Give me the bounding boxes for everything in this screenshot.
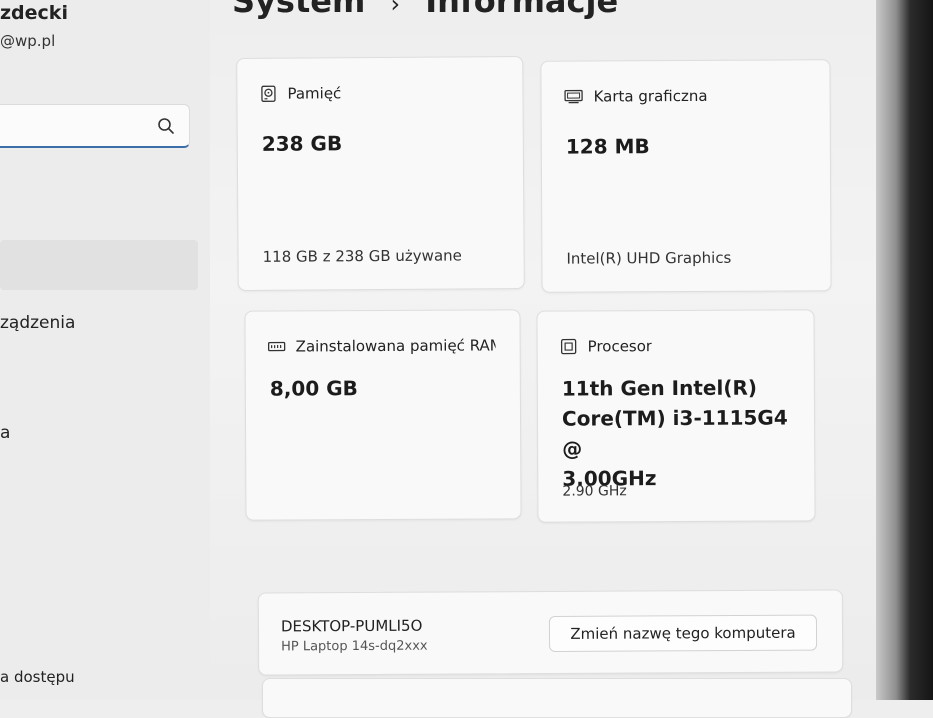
cpu-speed: 2.90 GHz xyxy=(562,483,626,499)
sidebar-item-devices[interactable]: ządzenia xyxy=(0,313,75,333)
graphics-card-icon xyxy=(564,88,584,106)
gpu-memory-value: 128 MB xyxy=(566,131,650,161)
gpu-label: Karta graficzna xyxy=(594,87,708,106)
search-input[interactable] xyxy=(5,115,149,137)
storage-label: Pamięć xyxy=(287,84,341,102)
ram-card-header: Zainstalowana pamięć RAM xyxy=(268,336,496,355)
processor-icon xyxy=(560,338,578,356)
device-name: DESKTOP-PUMLI5O xyxy=(281,617,423,636)
hard-drive-icon xyxy=(259,85,277,103)
breadcrumb-system[interactable]: System xyxy=(232,0,365,20)
account-name: zdecki xyxy=(0,2,68,24)
monitor-bezel xyxy=(876,0,933,700)
cpu-model-line-2: Core(TM) i3-1115G4 @ xyxy=(562,402,814,463)
device-model: HP Laptop 14s-dq2xxx xyxy=(281,639,428,655)
breadcrumb-current: Informacje xyxy=(425,0,618,20)
cpu-model-line-1: 11th Gen Intel(R) xyxy=(562,372,814,403)
storage-usage: 118 GB z 238 GB używane xyxy=(263,246,462,265)
ram-value: 8,00 GB xyxy=(270,373,358,403)
page-title: System › Informacje xyxy=(232,0,618,20)
sidebar-item-system-selected[interactable] xyxy=(0,240,198,290)
gpu-card[interactable]: Karta graficzna 128 MB Intel(R) UHD Grap… xyxy=(540,59,831,293)
rename-pc-button[interactable]: Zmień nazwę tego komputera xyxy=(549,615,817,652)
sidebar-item-partial[interactable]: a xyxy=(0,423,10,443)
cpu-model: 11th Gen Intel(R) Core(TM) i3-1115G4 @ 3… xyxy=(562,372,815,493)
breadcrumb-separator: › xyxy=(390,0,400,18)
cpu-card-header: Procesor xyxy=(560,337,653,355)
ram-card[interactable]: Zainstalowana pamięć RAM 8,00 GB xyxy=(244,309,521,520)
ram-label: Zainstalowana pamięć RAM xyxy=(296,336,496,355)
gpu-name: Intel(R) UHD Graphics xyxy=(566,249,731,268)
cpu-card[interactable]: Procesor 11th Gen Intel(R) Core(TM) i3-1… xyxy=(536,309,815,522)
gpu-card-header: Karta graficzna xyxy=(564,87,708,106)
search-box[interactable] xyxy=(0,104,190,148)
sidebar-item-accessibility[interactable]: a dostępu xyxy=(0,668,75,686)
next-settings-row[interactable] xyxy=(262,678,852,718)
storage-card-header: Pamięć xyxy=(259,84,341,103)
memory-module-icon xyxy=(268,340,286,354)
account-email: @wp.pl xyxy=(0,32,55,50)
device-name-row: DESKTOP-PUMLI5O HP Laptop 14s-dq2xxx Zmi… xyxy=(258,589,843,675)
search-icon[interactable] xyxy=(157,117,175,135)
storage-value: 238 GB xyxy=(262,128,343,159)
storage-card[interactable]: Pamięć 238 GB 118 GB z 238 GB używane xyxy=(236,56,525,291)
cpu-label: Procesor xyxy=(588,337,653,355)
